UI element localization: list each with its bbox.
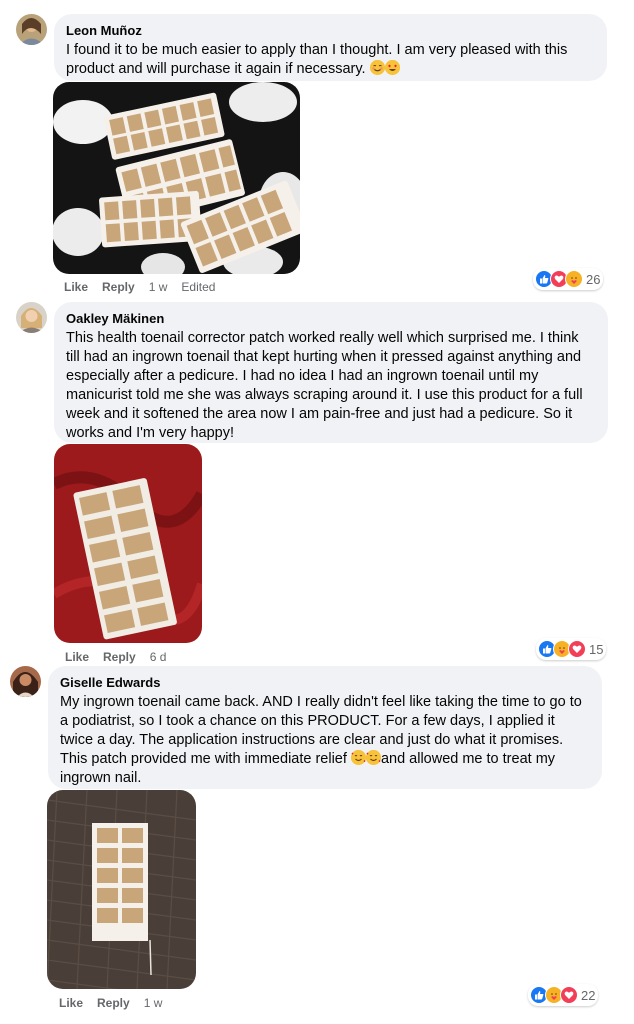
reply-button[interactable]: Reply bbox=[103, 650, 136, 664]
reaction-count: 15 bbox=[589, 641, 604, 657]
heart-eyes-icon bbox=[384, 60, 400, 75]
edited-label[interactable]: Edited bbox=[181, 280, 215, 294]
care-reaction-icon bbox=[565, 270, 583, 288]
reaction-count: 26 bbox=[586, 271, 601, 287]
like-button[interactable]: Like bbox=[59, 996, 83, 1010]
comment-author[interactable]: Giselle Edwards bbox=[60, 674, 590, 691]
smiling-face-with-hearts-icon bbox=[365, 750, 381, 765]
comment-author[interactable]: Oakley Mäkinen bbox=[66, 310, 596, 327]
comment-photo[interactable] bbox=[47, 790, 196, 989]
comment-photo[interactable] bbox=[53, 82, 300, 274]
like-button[interactable]: Like bbox=[65, 650, 89, 664]
comment-text: I found it to be much easier to apply th… bbox=[66, 42, 568, 77]
comment-bubble: Giselle Edwards My ingrown toenail came … bbox=[48, 666, 602, 789]
comment-text: This health toenail corrector patch work… bbox=[66, 330, 583, 441]
reactions-summary[interactable]: 26 bbox=[533, 268, 604, 290]
avatar[interactable] bbox=[16, 302, 47, 333]
avatar[interactable] bbox=[16, 14, 47, 45]
comment-timestamp[interactable]: 6 d bbox=[150, 650, 167, 664]
comment-timestamp[interactable]: 1 w bbox=[144, 996, 163, 1010]
reaction-count: 22 bbox=[581, 987, 596, 1003]
love-reaction-icon bbox=[568, 640, 586, 658]
comment-photo[interactable] bbox=[54, 444, 202, 643]
comment-timestamp[interactable]: 1 w bbox=[149, 280, 168, 294]
relieved-face-icon bbox=[369, 60, 385, 75]
comment-actions: Like Reply 1 w bbox=[59, 996, 176, 1010]
love-reaction-icon bbox=[560, 986, 578, 1004]
avatar[interactable] bbox=[10, 666, 41, 697]
like-button[interactable]: Like bbox=[64, 280, 88, 294]
reply-button[interactable]: Reply bbox=[102, 280, 135, 294]
comment-text: My ingrown toenail came back. AND I real… bbox=[60, 694, 582, 786]
comment-actions: Like Reply 1 w Edited bbox=[64, 280, 229, 294]
comment-bubble: Leon Muñoz I found it to be much easier … bbox=[54, 14, 607, 81]
comment-bubble: Oakley Mäkinen This health toenail corre… bbox=[54, 302, 608, 443]
comment-author[interactable]: Leon Muñoz bbox=[66, 22, 595, 39]
reactions-summary[interactable]: 22 bbox=[528, 984, 599, 1006]
smiling-face-with-hearts-icon bbox=[350, 750, 366, 765]
reactions-summary[interactable]: 15 bbox=[536, 638, 607, 660]
reply-button[interactable]: Reply bbox=[97, 996, 130, 1010]
comment-actions: Like Reply 6 d bbox=[65, 650, 180, 664]
